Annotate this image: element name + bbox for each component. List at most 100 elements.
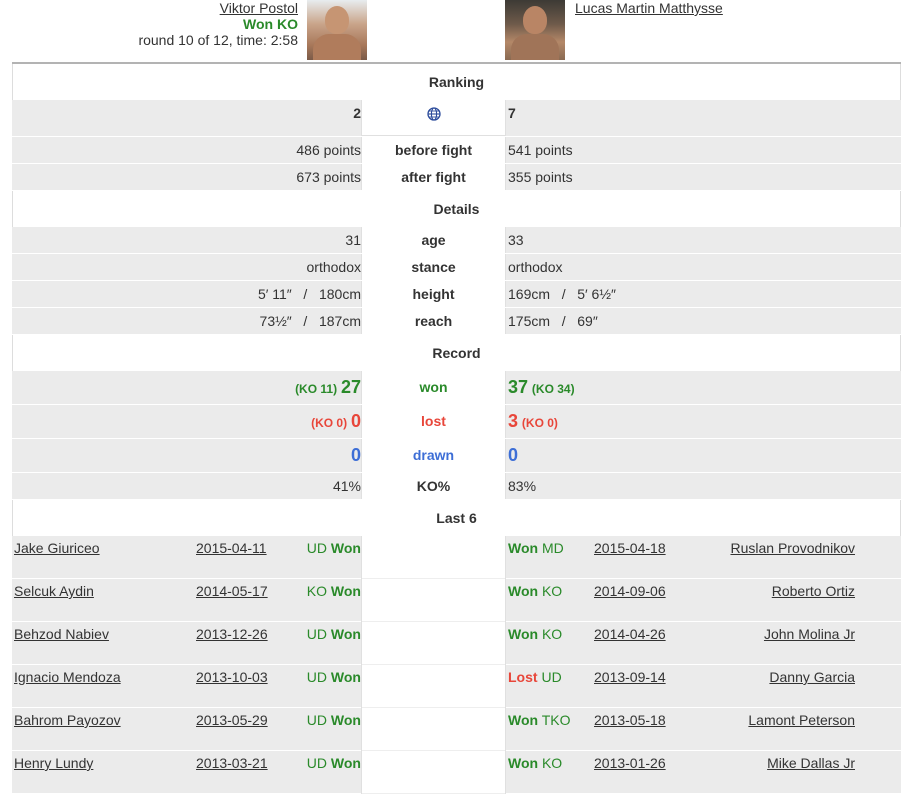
fight-outcome: UD Won <box>307 751 361 775</box>
fight-header: Viktor Postol Won KO round 10 of 12, tim… <box>0 0 910 60</box>
left-won-ko: (KO 11) <box>295 382 338 396</box>
right-stance: orthodox <box>508 259 563 275</box>
right-reach: 175cm / 69″ <box>508 313 598 329</box>
fight-date-link[interactable]: 2013-03-21 <box>196 751 268 775</box>
fight-date-link[interactable]: 2014-04-26 <box>594 622 666 646</box>
right-ko-percent: 83% <box>508 478 537 494</box>
after-fight-row: 673 points after fight 355 points <box>12 164 901 191</box>
fight-date-link[interactable]: 2013-10-03 <box>196 665 268 689</box>
age-row: 31 age 33 <box>12 227 901 254</box>
opponent-link[interactable]: Jake Giuriceo <box>14 536 100 560</box>
fight-date-link[interactable]: 2013-12-26 <box>196 622 268 646</box>
right-age: 33 <box>508 232 524 248</box>
opponent-link[interactable]: Mike Dallas Jr <box>767 751 855 775</box>
center-spacer <box>362 751 505 794</box>
height-label: height <box>361 281 506 307</box>
right-points-after: 355 points <box>508 169 573 185</box>
fight-result-detail: round 10 of 12, time: 2:58 <box>138 32 298 48</box>
fight-result: Won <box>330 712 361 728</box>
fight-date-link[interactable]: 2013-05-29 <box>196 708 268 732</box>
lost-row: (KO 0) 0 lost 3 (KO 0) <box>12 405 901 439</box>
before-fight-row: 486 points before fight 541 points <box>12 137 901 164</box>
right-height: 169cm / 5′ 6½″ <box>508 286 616 302</box>
fight-outcome: UD Won <box>307 622 361 646</box>
opponent-link[interactable]: Ruslan Provodnikov <box>730 536 855 560</box>
opponent-link[interactable]: Lamont Peterson <box>748 708 855 732</box>
left-stance: orthodox <box>306 259 361 275</box>
left-lost-count: 0 <box>350 411 361 431</box>
lost-label: lost <box>361 405 506 438</box>
left-won-count: 27 <box>340 377 361 397</box>
opponent-link[interactable]: Roberto Ortiz <box>772 579 855 603</box>
world-ranking-cell <box>361 100 506 136</box>
section-title-details: Details <box>12 191 901 227</box>
fight-date-link[interactable]: 2013-05-18 <box>594 708 666 732</box>
opponent-link[interactable]: John Molina Jr <box>764 622 855 646</box>
right-fighter-photo[interactable] <box>505 0 565 60</box>
fight-result: Won <box>508 540 539 556</box>
left-points-before: 486 points <box>296 142 361 158</box>
fight-date-link[interactable]: 2014-09-06 <box>594 579 666 603</box>
opponent-link[interactable]: Danny Garcia <box>769 665 855 689</box>
opponent-link[interactable]: Henry Lundy <box>14 751 93 775</box>
fight-outcome: Won KO <box>508 622 562 646</box>
right-drawn-count: 0 <box>508 445 519 465</box>
left-fighter-name-link[interactable]: Viktor Postol <box>220 0 298 16</box>
right-points-before: 541 points <box>508 142 573 158</box>
ko-percent-label: KO% <box>361 473 506 499</box>
center-spacer <box>362 665 505 708</box>
fight-method: UD <box>541 669 562 685</box>
left-ko-percent: 41% <box>332 478 361 494</box>
opponent-link[interactable]: Bahrom Payozov <box>14 708 121 732</box>
fight-date-link[interactable]: 2014-05-17 <box>196 579 268 603</box>
right-drawn: 0 <box>506 439 901 472</box>
center-spacer <box>362 536 505 579</box>
fight-method: UD <box>306 712 328 728</box>
fight-outcome: Won KO <box>508 579 562 603</box>
drawn-row: 0 drawn 0 <box>12 439 901 473</box>
right-lost: 3 (KO 0) <box>506 405 901 438</box>
fight-method: UD <box>306 755 328 771</box>
won-row: (KO 11) 27 won 37 (KO 34) <box>12 371 901 405</box>
fight-outcome: UD Won <box>307 708 361 732</box>
fight-date-link[interactable]: 2015-04-11 <box>196 536 267 560</box>
section-title-record: Record <box>12 335 901 371</box>
left-rank: 2 <box>353 105 361 121</box>
right-fight-row: Won MD 2015-04-18 Ruslan Provodnikov <box>506 536 901 579</box>
opponent-link[interactable]: Selcuk Aydin <box>14 579 94 603</box>
fight-method: KO <box>541 583 563 599</box>
globe-icon <box>426 107 441 121</box>
right-fighter-name-link[interactable]: Lucas Martin Matthysse <box>575 0 723 16</box>
stance-row: orthodox stance orthodox <box>12 254 901 281</box>
height-row: 5′ 11″ / 180cm height 169cm / 5′ 6½″ <box>12 281 901 308</box>
fight-result: Won <box>330 540 361 556</box>
fight-outcome: Won KO <box>508 751 562 775</box>
right-fight-row: Won KO 2014-04-26 John Molina Jr <box>506 622 901 665</box>
left-age: 31 <box>345 232 361 248</box>
fight-method: KO <box>541 755 563 771</box>
left-fight-row: Bahrom Payozov 2013-05-29 UD Won <box>12 708 361 751</box>
left-fighter-photo[interactable] <box>307 0 367 60</box>
opponent-link[interactable]: Ignacio Mendoza <box>14 665 121 689</box>
left-fighter-info: Viktor Postol Won KO round 10 of 12, tim… <box>138 0 298 48</box>
fight-outcome: UD Won <box>307 665 361 689</box>
fight-method: UD <box>306 669 328 685</box>
fight-outcome: Won TKO <box>508 708 571 732</box>
opponent-link[interactable]: Behzod Nabiev <box>14 622 109 646</box>
left-last6-list: Jake Giuriceo 2015-04-11 UD Won Selcuk A… <box>12 536 361 794</box>
fight-method: KO <box>541 626 563 642</box>
left-fight-row: Ignacio Mendoza 2013-10-03 UD Won <box>12 665 361 708</box>
center-spacer <box>362 708 505 751</box>
fight-result: Won KO <box>243 16 298 32</box>
fight-result: Won <box>330 626 361 642</box>
after-fight-label: after fight <box>361 164 506 190</box>
fight-date-link[interactable]: 2013-01-26 <box>594 751 666 775</box>
fight-result: Won <box>330 583 361 599</box>
center-spacer <box>362 622 505 665</box>
fight-date-link[interactable]: 2015-04-18 <box>594 536 666 560</box>
left-reach: 73½″ / 187cm <box>259 313 361 329</box>
left-won: (KO 11) 27 <box>12 371 361 404</box>
fight-date-link[interactable]: 2013-09-14 <box>594 665 666 689</box>
fight-method: TKO <box>541 712 571 728</box>
left-points-after: 673 points <box>296 169 361 185</box>
